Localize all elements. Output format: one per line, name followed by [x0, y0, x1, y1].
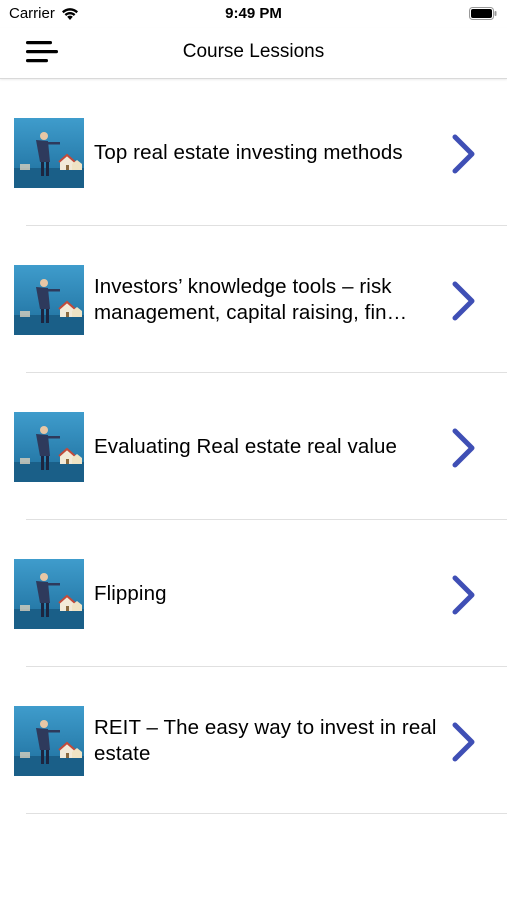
lesson-row-4[interactable]: Flipping	[0, 520, 507, 667]
lesson-title-text: REIT – The easy way to invest in real es…	[94, 715, 437, 765]
investor-houses-thumbnail	[14, 265, 84, 335]
investor-houses-thumbnail	[14, 559, 84, 629]
lesson-title-text: Evaluating Real estate real value	[94, 434, 398, 458]
lesson-title-text: Flipping	[94, 581, 167, 605]
row-separator	[26, 813, 507, 814]
lesson-row-2[interactable]: Investors’ knowledge tools – risk manage…	[0, 226, 507, 373]
lesson-title: REIT – The easy way to invest in real es…	[94, 667, 446, 814]
lesson-title: Investors’ knowledge tools – risk manage…	[94, 226, 446, 373]
investor-houses-thumbnail	[14, 118, 84, 188]
chevron-right-icon[interactable]	[450, 428, 478, 468]
status-time: 9:49 PM	[225, 5, 282, 22]
battery-icon	[469, 7, 497, 20]
lesson-row-5[interactable]: REIT – The easy way to invest in real es…	[0, 667, 507, 814]
status-bar: Carrier 9:49 PM	[0, 0, 507, 28]
page-title: Course Lessions	[182, 41, 325, 62]
lesson-title: Top real estate investing methods	[94, 79, 446, 226]
investor-houses-thumbnail	[14, 412, 84, 482]
lesson-title-text: Top real estate investing methods	[94, 140, 403, 164]
lesson-list: Top real estate investing methods Invest…	[0, 79, 507, 814]
investor-houses-thumbnail	[14, 706, 84, 776]
chevron-right-icon[interactable]	[450, 281, 478, 321]
lesson-title-text: Investors’ knowledge tools – risk manage…	[94, 274, 408, 324]
chevron-right-icon[interactable]	[450, 722, 478, 762]
chevron-right-icon[interactable]	[450, 575, 478, 615]
nav-bar: Course Lessions	[0, 28, 507, 79]
lesson-row-3[interactable]: Evaluating Real estate real value	[0, 373, 507, 520]
chevron-right-icon[interactable]	[450, 134, 478, 174]
lesson-title: Evaluating Real estate real value	[94, 373, 446, 520]
lesson-row-1[interactable]: Top real estate investing methods	[0, 79, 507, 226]
lesson-title: Flipping	[94, 520, 446, 667]
